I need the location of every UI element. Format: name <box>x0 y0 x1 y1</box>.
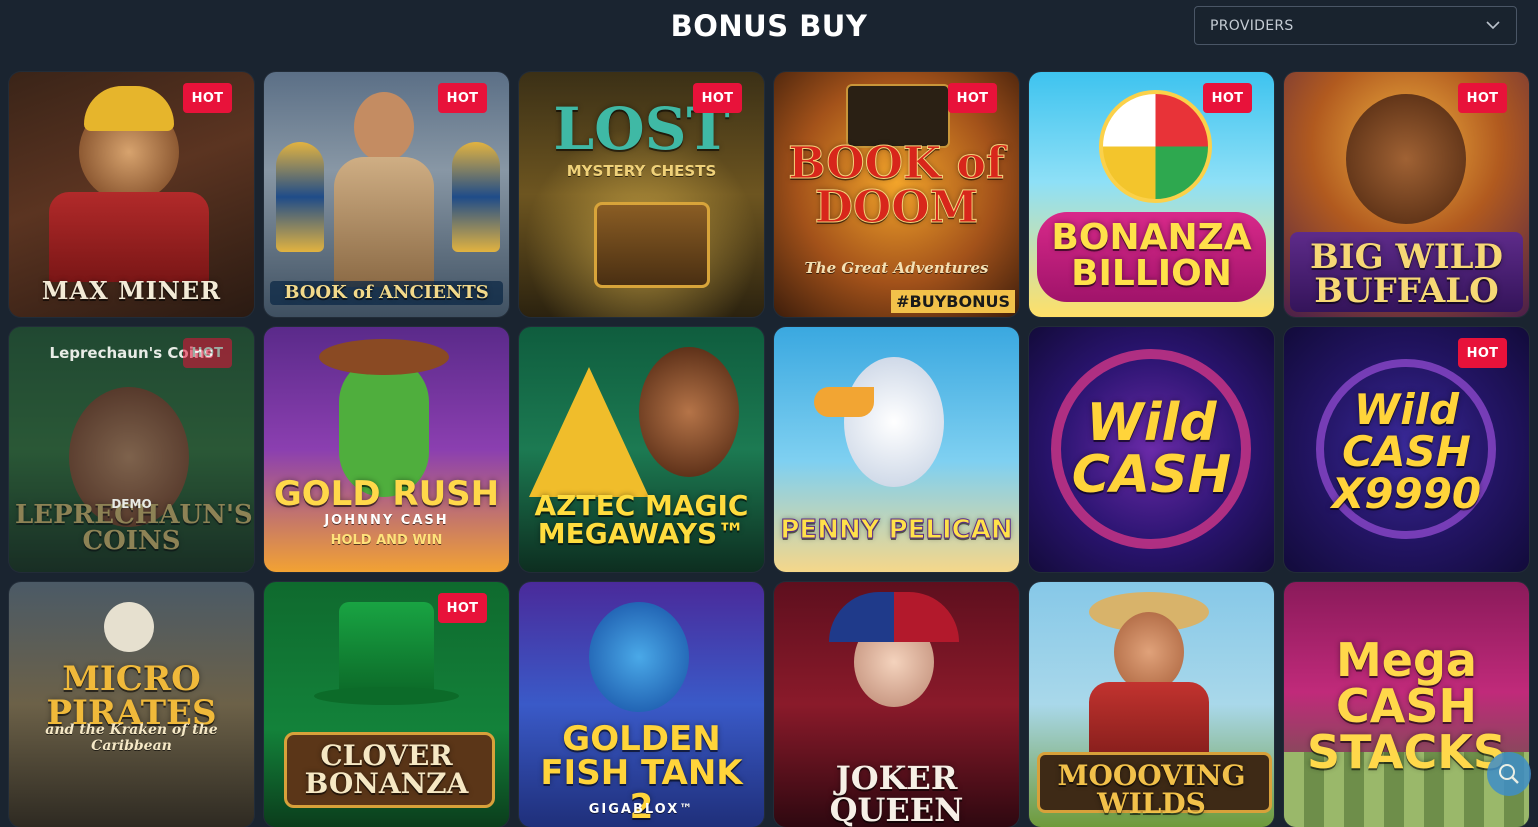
beak-icon <box>814 387 874 417</box>
game-title: CLOVER BONANZA <box>304 739 469 800</box>
explorer-head <box>354 92 414 162</box>
demo-button[interactable]: DEMO <box>9 497 254 511</box>
game-title: AZTEC MAGIC MEGAWAYS™ <box>534 489 749 550</box>
miner-body <box>49 192 209 282</box>
hat-icon <box>319 339 449 375</box>
hot-badge: HOT <box>183 83 232 113</box>
hat-brim <box>314 687 459 705</box>
game-tile[interactable]: BOOK of DOOM The Great Adventures #BUYBO… <box>774 72 1019 317</box>
providers-dropdown[interactable]: PROVIDERS <box>1194 6 1517 45</box>
pharaoh-statue <box>452 142 500 252</box>
pharaoh-statue <box>276 142 324 252</box>
game-tile[interactable]: LEPRECHAUN'S COINS Leprechaun's Coins DE… <box>9 327 254 572</box>
games-grid: MAX MINER HOT BOOK of ANCIENTS HOT LOST … <box>9 72 1529 827</box>
game-tag: HOLD AND WIN <box>330 533 443 548</box>
support-chat-button[interactable] <box>1487 752 1531 796</box>
hot-badge: HOT <box>1203 83 1252 113</box>
game-tile[interactable]: Wild CASH <box>1029 327 1274 572</box>
game-tile[interactable]: BOOK of ANCIENTS HOT <box>264 72 509 317</box>
chevron-down-icon <box>1486 21 1500 30</box>
game-tile[interactable]: BIG WILD BUFFALO HOT <box>1284 72 1529 317</box>
game-title: MAX MINER <box>41 276 222 305</box>
game-tile[interactable]: Wild CASH X9990 HOT <box>1284 327 1529 572</box>
game-title: PENNY PELICAN <box>780 515 1013 545</box>
game-title: JOKER QUEEN <box>829 759 964 827</box>
game-tile[interactable]: CLOVER BONANZA HOT <box>264 582 509 827</box>
skull-icon <box>104 602 154 652</box>
treasure-chest <box>594 202 710 288</box>
hot-badge: HOT <box>438 593 487 623</box>
hot-badge: HOT <box>1458 338 1507 368</box>
game-tile[interactable]: MICRO PIRATES and the Kraken of the Cari… <box>9 582 254 827</box>
game-title: BIG WILD BUFFALO <box>1310 237 1503 311</box>
game-title: MOOOVING WILDS <box>1057 759 1246 820</box>
aztec-woman <box>639 347 739 477</box>
hot-badge: HOT <box>1458 83 1507 113</box>
game-tile[interactable]: GOLDEN FISH TANK 2 GIGABLOX™ <box>519 582 764 827</box>
game-title: BOOK of ANCIENTS <box>270 281 503 305</box>
game-title: Mega CASH STACKS <box>1306 633 1507 779</box>
game-subtitle: GIGABLOX™ <box>588 802 695 817</box>
game-subtitle: MYSTERY CHESTS <box>566 162 717 180</box>
hot-badge: HOT <box>183 338 232 368</box>
game-subtitle: The Great Adventures <box>804 259 989 277</box>
buffalo-head <box>1346 94 1466 224</box>
game-subtitle: JOHNNY CASH <box>324 513 449 528</box>
game-title: MICRO PIRATES <box>46 659 217 733</box>
farmer-face <box>1114 612 1184 692</box>
pinwheel-icon <box>1099 90 1212 203</box>
providers-label: PROVIDERS <box>1210 18 1294 34</box>
game-tile[interactable]: GOLD RUSH JOHNNY CASH HOLD AND WIN <box>264 327 509 572</box>
search-chat-icon <box>1499 764 1519 784</box>
game-tile[interactable]: LOST MYSTERY CHESTS HOT <box>519 72 764 317</box>
game-tile[interactable]: Mega CASH STACKS <box>1284 582 1529 827</box>
pelican-figure <box>844 357 944 487</box>
game-tile[interactable]: MOOOVING WILDS <box>1029 582 1274 827</box>
buybonus-tag: #BUYBONUS <box>891 290 1015 313</box>
game-tile[interactable]: MAX MINER HOT <box>9 72 254 317</box>
game-tile[interactable]: PENNY PELICAN <box>774 327 1019 572</box>
pyramid-icon <box>529 367 649 497</box>
hot-badge: HOT <box>693 83 742 113</box>
game-title: BONANZA BILLION <box>1051 217 1252 294</box>
hot-badge: HOT <box>948 83 997 113</box>
game-subtitle: and the Kraken of the Caribbean <box>45 722 218 754</box>
game-tile[interactable]: BONANZA BILLION HOT <box>1029 72 1274 317</box>
game-title: Wild CASH X9990 <box>1331 385 1482 518</box>
hot-badge: HOT <box>438 83 487 113</box>
fish-figure <box>589 602 689 712</box>
game-tile[interactable]: AZTEC MAGIC MEGAWAYS™ <box>519 327 764 572</box>
game-title: Wild CASH <box>1071 393 1232 505</box>
game-title: BOOK of DOOM <box>788 138 1006 233</box>
game-title: GOLD RUSH <box>273 474 500 514</box>
leprechaun-hat-icon <box>339 602 434 692</box>
explorer-body <box>334 157 434 287</box>
game-tile[interactable]: JOKER QUEEN <box>774 582 1019 827</box>
